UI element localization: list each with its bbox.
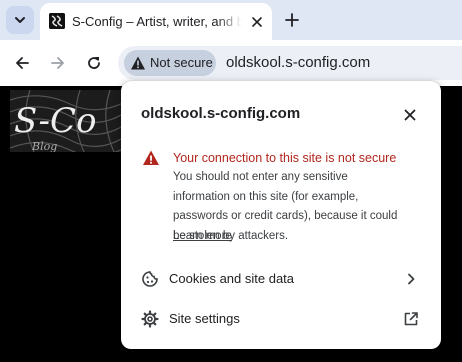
- warning-icon: [142, 149, 160, 167]
- arrow-left-icon: [16, 57, 29, 69]
- new-tab-button[interactable]: [280, 8, 304, 32]
- tab-strip: S-Config – Artist, writer, and blogger: [0, 0, 462, 40]
- svg-text:Blog: Blog: [31, 140, 57, 152]
- reload-button[interactable]: [81, 50, 107, 76]
- tab-close-button[interactable]: [247, 12, 267, 32]
- forward-button[interactable]: [45, 50, 71, 76]
- popup-title: oldskool.s-config.com: [141, 105, 301, 122]
- active-tab[interactable]: S-Config – Artist, writer, and blogger: [40, 3, 272, 40]
- arrow-right-icon: [51, 57, 64, 69]
- site-info-popup: oldskool.s-config.com Your connection to…: [121, 81, 441, 349]
- address-bar[interactable]: Not secure oldskool.s-config.com: [118, 46, 462, 80]
- gear-icon: [141, 310, 159, 328]
- cookies-row-label: Cookies and site data: [169, 271, 295, 286]
- cookie-icon: [141, 270, 159, 288]
- tab-title: S-Config – Artist, writer, and blogger: [72, 14, 242, 29]
- open-in-new-icon: [402, 310, 420, 328]
- warning-icon: [130, 55, 146, 71]
- chevron-right-icon: [402, 270, 420, 288]
- back-button[interactable]: [9, 50, 35, 76]
- close-icon: [404, 109, 416, 121]
- svg-text:S-Co: S-Co: [14, 101, 97, 141]
- security-label: Not secure: [150, 55, 213, 70]
- learn-more-link[interactable]: Learn more: [173, 228, 232, 244]
- popup-close-button[interactable]: [400, 105, 420, 125]
- browser-toolbar: Not secure oldskool.s-config.com: [0, 40, 462, 86]
- insecure-warning-heading: Your connection to this site is not secu…: [173, 151, 397, 165]
- cookies-and-site-data-row[interactable]: Cookies and site data: [121, 259, 441, 299]
- site-settings-row-label: Site settings: [169, 311, 240, 326]
- reload-icon: [88, 57, 100, 69]
- security-indicator-chip[interactable]: Not secure: [124, 50, 216, 76]
- site-settings-row[interactable]: Site settings: [121, 299, 441, 339]
- chevron-down-icon: [15, 17, 25, 23]
- site-logo-banner: S-Co Blog: [10, 90, 132, 152]
- close-icon: [252, 17, 262, 27]
- url-text[interactable]: oldskool.s-config.com: [226, 54, 370, 72]
- tab-search-button[interactable]: [6, 6, 34, 34]
- site-favicon: [49, 13, 65, 29]
- plus-icon: [285, 13, 299, 27]
